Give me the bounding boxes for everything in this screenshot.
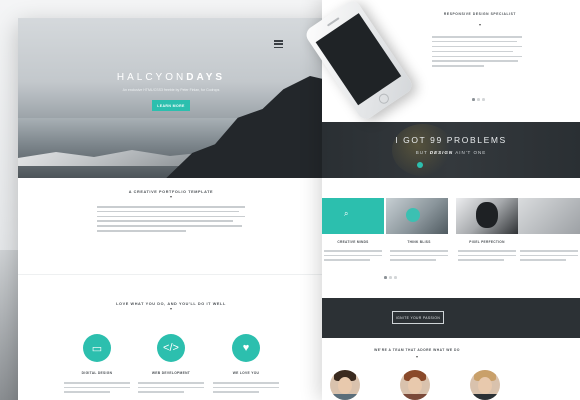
home-button-icon bbox=[376, 91, 391, 106]
intro-body bbox=[97, 206, 245, 232]
hero-section: HALCYONDAYS An exclusive HTML/CSS3 freeb… bbox=[18, 18, 324, 178]
menu-icon[interactable] bbox=[274, 40, 283, 48]
phone-speaker bbox=[326, 17, 340, 27]
banner-headline: I GOT 99 PROBLEMS bbox=[395, 135, 507, 145]
coffee-cup-image bbox=[406, 208, 420, 222]
skill-label-digital-design: DIGITAL DESIGN bbox=[81, 371, 113, 375]
portfolio-description bbox=[520, 250, 578, 264]
avatar bbox=[330, 370, 360, 400]
portfolio-thumb-2[interactable] bbox=[386, 198, 448, 234]
skill-label-web-development: WEB DEVELOPMENT bbox=[151, 371, 191, 375]
brand-part-2: DAYS bbox=[186, 72, 226, 83]
ignite-passion-button[interactable]: IGNITE YOUR PASSION bbox=[392, 311, 444, 324]
banner-sub-emphasis: DESIGN bbox=[429, 150, 454, 155]
portfolio-description bbox=[458, 250, 516, 264]
banner-sub-suffix: AIN'T ONE bbox=[453, 150, 487, 155]
portfolio-carousel-dots[interactable] bbox=[384, 276, 397, 279]
chevron-down-icon: ▾ bbox=[415, 354, 418, 359]
portfolio-label-think-bliss: THINK BLISS bbox=[407, 240, 431, 244]
hero-tagline: An exclusive HTML/CSS3 freebie by Peter … bbox=[122, 88, 220, 92]
skill-description bbox=[138, 382, 204, 396]
laptop-icon: ▭ bbox=[83, 334, 111, 362]
skill-description bbox=[213, 382, 279, 396]
specialist-title: RESPONSIVE DESIGN SPECIALIST bbox=[443, 12, 517, 16]
section-divider bbox=[18, 274, 324, 275]
chevron-down-icon: ▾ bbox=[169, 306, 172, 311]
banner-subline: BUT DESIGN AIN'T ONE bbox=[322, 150, 580, 155]
banner-accent-dot bbox=[417, 162, 423, 168]
skills-section: LOVE WHAT YOU DO, AND YOU'LL DO IT WELL … bbox=[18, 302, 324, 393]
intro-section: A CREATIVE PORTFOLIO TEMPLATE ▾ bbox=[18, 190, 324, 235]
heart-icon: ♥ bbox=[232, 334, 260, 362]
learn-more-button[interactable]: LEARN MORE bbox=[152, 100, 190, 111]
chevron-down-icon: ▾ bbox=[478, 22, 481, 27]
brand-logo: HALCYONDAYS bbox=[18, 72, 324, 83]
skills-icons-row: ▭ </> ♥ bbox=[18, 334, 324, 370]
skill-description bbox=[64, 382, 130, 396]
dog-image bbox=[476, 202, 498, 228]
portfolio-thumb-4[interactable] bbox=[518, 198, 580, 234]
carousel-dots[interactable] bbox=[472, 98, 485, 101]
left-page-mockup: HALCYONDAYS An exclusive HTML/CSS3 freeb… bbox=[18, 18, 324, 400]
chevron-down-icon: ▾ bbox=[169, 194, 172, 199]
portfolio-description bbox=[390, 250, 448, 264]
skill-label-we-love-you: WE LOVE YOU bbox=[232, 371, 260, 375]
team-title: WE'RE A TEAM THAT ADORE WHAT WE DO bbox=[374, 348, 460, 352]
portfolio-thumb-3[interactable] bbox=[456, 198, 518, 234]
portfolio-section: ⌕ CREATIVE MINDS THINK BLISS PIXEL PERFE… bbox=[322, 198, 580, 276]
portfolio-label-creative-minds: CREATIVE MINDS bbox=[337, 240, 369, 244]
portfolio-description bbox=[324, 250, 382, 264]
specialist-body bbox=[432, 36, 522, 70]
banner-sub-prefix: BUT bbox=[415, 150, 430, 155]
avatar bbox=[470, 370, 500, 400]
portfolio-label-pixel-perfection: PIXEL PERFECTION bbox=[469, 240, 505, 244]
code-icon: </> bbox=[157, 334, 185, 362]
portfolio-thumb-1[interactable]: ⌕ bbox=[322, 198, 384, 234]
avatar bbox=[400, 370, 430, 400]
cta-band bbox=[322, 298, 580, 338]
brand-part-1: HALCYON bbox=[116, 72, 187, 83]
search-icon: ⌕ bbox=[344, 209, 349, 218]
